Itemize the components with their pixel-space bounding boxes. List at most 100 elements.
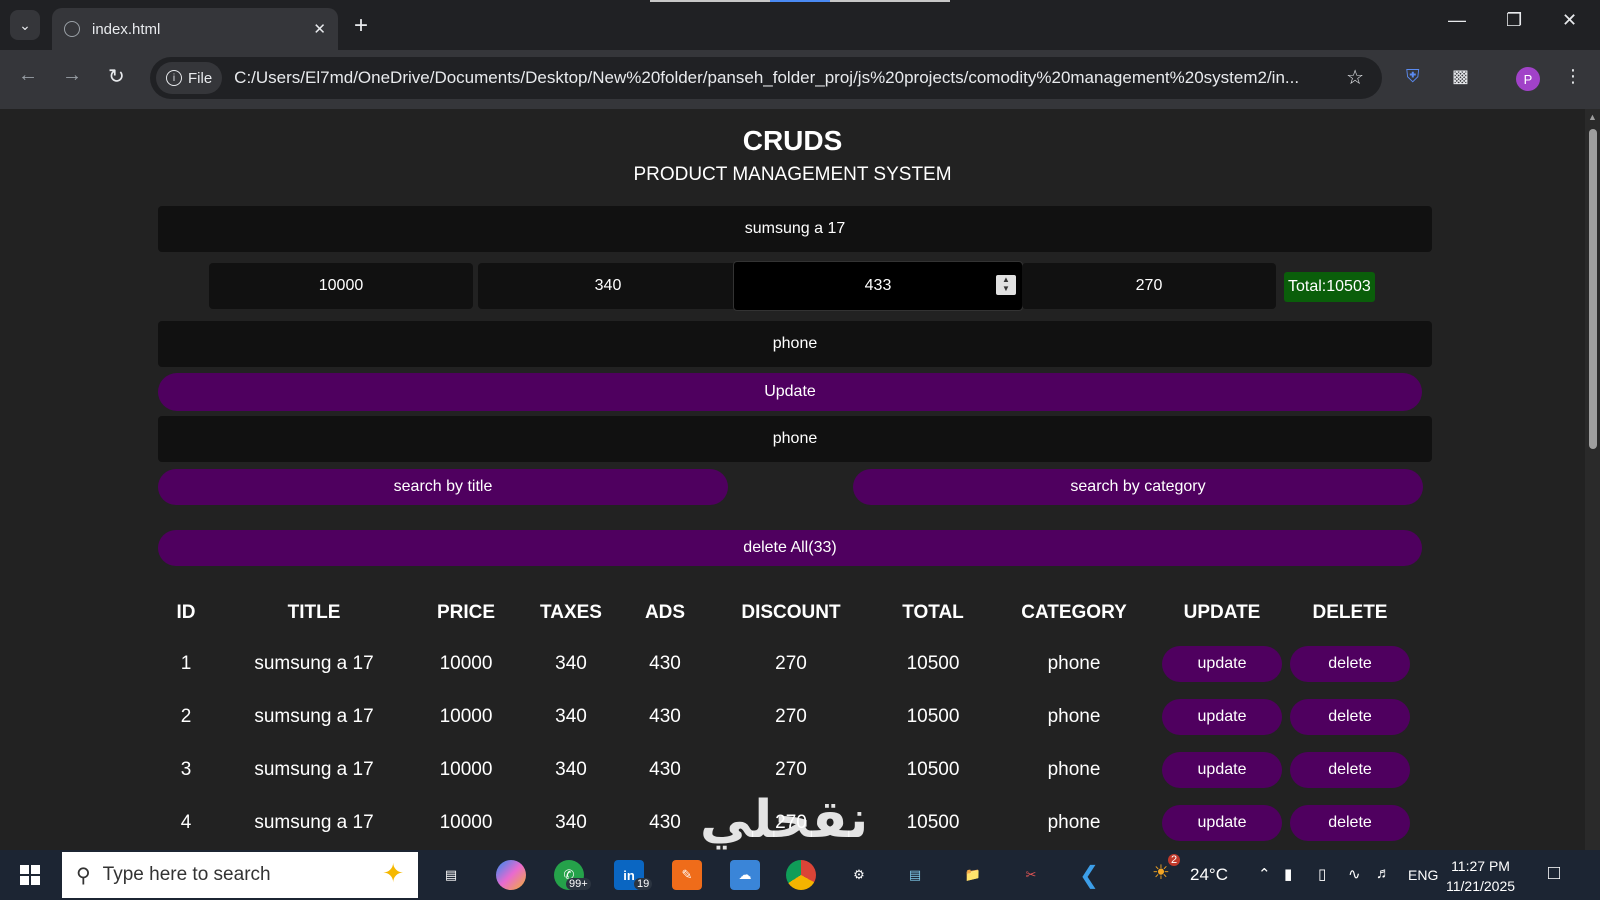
tab-strip: ⌄ index.html ✕ + — ❐ ✕ xyxy=(0,0,1600,50)
tab-loading-line-active xyxy=(770,0,830,2)
row-update-button[interactable]: update xyxy=(1162,645,1282,682)
clock-date: 11/21/2025 xyxy=(1446,878,1516,894)
address-bar[interactable]: i File C:/Users/El7md/OneDrive/Documents… xyxy=(150,57,1382,99)
volume-icon[interactable]: ♬ xyxy=(1376,865,1391,882)
total-badge: Total:10503 xyxy=(1284,272,1375,302)
header-delete: DELETE xyxy=(1312,602,1388,623)
category-input[interactable]: phone xyxy=(158,321,1432,367)
cell-delete: delete xyxy=(1286,637,1414,690)
row-update-button[interactable]: update xyxy=(1162,804,1282,841)
notification-center-icon[interactable]: □ xyxy=(1548,862,1560,885)
extensions-puzzle-icon[interactable]: ▩ xyxy=(1452,66,1469,87)
reader-app-icon[interactable]: ✎ xyxy=(672,860,702,890)
url-text[interactable]: C:/Users/El7md/OneDrive/Documents/Deskto… xyxy=(234,68,1334,88)
info-icon: i xyxy=(166,70,182,86)
table-row: 2 sumsung a 17 10000 340 430 270 10500 p… xyxy=(158,690,1414,743)
header-taxes: TAXES xyxy=(540,602,602,623)
taxes-input[interactable]: 340 xyxy=(478,263,738,309)
discount-input[interactable]: 270 xyxy=(1022,263,1276,309)
forward-button[interactable]: → xyxy=(62,64,82,87)
chevron-up-icon[interactable]: ⌃ xyxy=(1258,865,1271,883)
row-delete-button[interactable]: delete xyxy=(1290,645,1410,682)
wifi-icon[interactable]: ∿ xyxy=(1348,865,1361,883)
file-explorer-icon[interactable]: 📁 xyxy=(958,860,988,890)
tab-loading-line xyxy=(650,0,770,2)
temperature-label[interactable]: 24°C xyxy=(1190,865,1228,885)
cell-ads: 430 xyxy=(649,652,681,674)
snipping-tool-icon[interactable]: ✂ xyxy=(1016,860,1046,890)
vscode-icon[interactable]: ❮ xyxy=(1074,860,1104,890)
new-tab-button[interactable]: + xyxy=(354,12,368,40)
back-button[interactable]: ← xyxy=(18,64,38,87)
active-tab[interactable]: index.html ✕ xyxy=(52,8,338,50)
restore-button[interactable]: ❐ xyxy=(1506,10,1522,31)
cell-total: 10500 xyxy=(906,705,960,727)
windows-start-icon[interactable] xyxy=(20,865,40,885)
cell-ads: 430 xyxy=(649,811,681,833)
close-window-button[interactable]: ✕ xyxy=(1562,10,1577,31)
notes-app-icon[interactable]: ▤ xyxy=(900,860,930,890)
shield-extension-icon[interactable]: ⛨ xyxy=(1406,66,1420,87)
page-subtitle: PRODUCT MANAGEMENT SYSTEM xyxy=(633,164,952,185)
table-header-row: ID TITLE PRICE TAXES ADS DISCOUNT TOTAL … xyxy=(158,589,1414,637)
battery-icon[interactable]: ▮ xyxy=(1284,865,1292,883)
cell-ads: 430 xyxy=(649,705,681,727)
header-discount: DISCOUNT xyxy=(741,602,841,623)
title-input[interactable]: sumsung a 17 xyxy=(158,206,1432,252)
cell-discount: 270 xyxy=(775,758,807,780)
cell-price: 10000 xyxy=(439,652,493,674)
table-row: 1 sumsung a 17 10000 340 430 270 10500 p… xyxy=(158,637,1414,690)
file-label: File xyxy=(188,69,213,87)
search-by-category-button[interactable]: search by category xyxy=(853,469,1423,505)
header-id: ID xyxy=(176,602,196,623)
taskbar-search-box[interactable]: ⚲ Type here to search ✦ xyxy=(62,852,418,898)
windows-taskbar: ⚲ Type here to search ✦ ▤ ✆ 99+ in 19 ✎ … xyxy=(0,850,1600,900)
scroll-up-icon[interactable]: ▲ xyxy=(1588,112,1597,122)
scrollbar-thumb[interactable] xyxy=(1589,129,1597,449)
cell-total: 10500 xyxy=(906,652,960,674)
row-delete-button[interactable]: delete xyxy=(1290,698,1410,735)
delete-all-button[interactable]: delete All(33) xyxy=(158,530,1422,566)
header-title: TITLE xyxy=(287,602,341,623)
cell-price: 10000 xyxy=(439,758,493,780)
app-icon[interactable]: ☁ xyxy=(730,860,760,890)
search-by-title-button[interactable]: search by title xyxy=(158,469,728,505)
tab-search-button[interactable]: ⌄ xyxy=(10,10,40,40)
row-delete-button[interactable]: delete xyxy=(1290,751,1410,788)
ads-input[interactable]: 433 ▲ ▼ xyxy=(733,261,1023,311)
language-indicator[interactable]: ENG xyxy=(1408,867,1438,883)
profile-avatar[interactable]: P xyxy=(1516,67,1540,91)
cell-update: update xyxy=(1158,637,1286,690)
cell-category: phone xyxy=(1047,652,1101,674)
settings-gear-icon[interactable]: ⚙ xyxy=(844,860,874,890)
update-submit-button[interactable]: Update xyxy=(158,373,1422,411)
chrome-icon[interactable] xyxy=(786,860,816,890)
reload-button[interactable]: ↻ xyxy=(108,64,125,89)
watermark-logo: نقحلي xyxy=(700,790,869,850)
task-view-icon[interactable]: ▤ xyxy=(436,860,466,890)
cell-update: update xyxy=(1158,743,1286,796)
copilot-icon[interactable] xyxy=(496,860,526,890)
menu-kebab-icon[interactable]: ⋮ xyxy=(1564,66,1582,87)
page-scrollbar[interactable]: ▲ xyxy=(1585,109,1600,850)
price-input[interactable]: 10000 xyxy=(209,263,473,309)
device-icon[interactable]: ▯ xyxy=(1318,865,1326,883)
cell-delete: delete xyxy=(1286,796,1414,849)
taskbar-clock[interactable]: 11:27 PM 11/21/2025 xyxy=(1446,856,1515,896)
search-input[interactable]: phone xyxy=(158,416,1432,462)
cell-total: 10500 xyxy=(906,811,960,833)
number-spinner-icon[interactable]: ▲ ▼ xyxy=(996,275,1016,295)
row-update-button[interactable]: update xyxy=(1162,698,1282,735)
close-icon[interactable]: ✕ xyxy=(313,20,326,38)
row-delete-button[interactable]: delete xyxy=(1290,804,1410,841)
weather-icon[interactable]: ☀ xyxy=(1152,860,1170,885)
row-update-button[interactable]: update xyxy=(1162,751,1282,788)
cell-taxes: 340 xyxy=(555,811,587,833)
site-info-chip[interactable]: i File xyxy=(156,62,223,94)
bookmark-star-icon[interactable]: ☆ xyxy=(1346,65,1364,90)
cell-delete: delete xyxy=(1286,743,1414,796)
header-category: CATEGORY xyxy=(1021,602,1127,623)
globe-icon xyxy=(64,21,80,37)
minimize-button[interactable]: — xyxy=(1448,10,1466,31)
cell-taxes: 340 xyxy=(555,652,587,674)
